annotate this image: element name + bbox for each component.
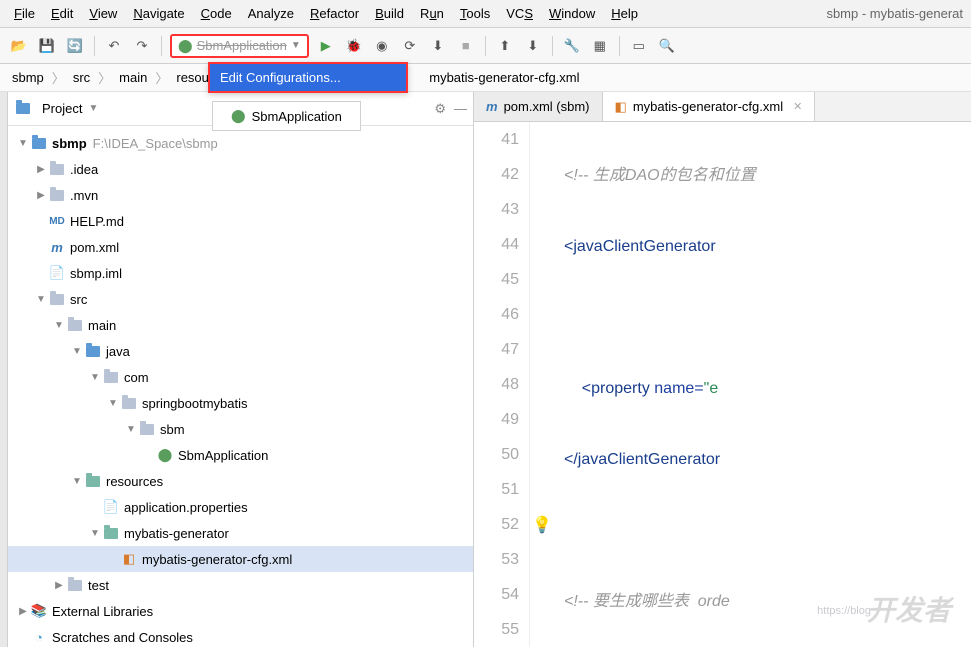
window-title: sbmp - mybatis-generat <box>826 6 963 21</box>
tree-resources[interactable]: ▼resources <box>8 468 473 494</box>
separator <box>161 36 162 56</box>
chevron-right-icon: 〉 <box>155 68 168 87</box>
breadcrumb: sbmp〉 src〉 main〉 resour mybatis-generato… <box>0 64 971 92</box>
open-icon[interactable]: 📂 <box>8 35 30 57</box>
tree-iml[interactable]: 📄sbmp.iml <box>8 260 473 286</box>
crumb-main[interactable]: main <box>115 68 151 87</box>
menu-window[interactable]: Window <box>543 4 601 23</box>
floating-run-tab[interactable]: ⬤ SbmApplication <box>212 101 361 131</box>
menu-analyze[interactable]: Analyze <box>242 4 300 23</box>
undo-icon[interactable]: ↶ <box>103 35 125 57</box>
tree-src[interactable]: ▼src <box>8 286 473 312</box>
project-tree[interactable]: ▼sbmpF:\IDEA_Space\sbmp ▶.idea ▶.mvn MDH… <box>8 126 473 647</box>
tab-pom[interactable]: mpom.xml (sbm) <box>474 92 603 121</box>
menu-navigate[interactable]: Navigate <box>127 4 190 23</box>
tree-root[interactable]: ▼sbmpF:\IDEA_Space\sbmp <box>8 130 473 156</box>
chevron-right-icon: 〉 <box>52 68 65 87</box>
menu-help[interactable]: Help <box>605 4 644 23</box>
tree-idea[interactable]: ▶.idea <box>8 156 473 182</box>
tree-main[interactable]: ▼main <box>8 312 473 338</box>
watermark-url: https://blog <box>817 605 871 617</box>
run-config-selector[interactable]: ⬤ SbmApplication ▼ <box>170 34 309 58</box>
tree-help[interactable]: MDHELP.md <box>8 208 473 234</box>
crumb-src[interactable]: src <box>69 68 94 87</box>
menu-view[interactable]: View <box>83 4 123 23</box>
attach-icon[interactable]: ⬇ <box>427 35 449 57</box>
chevron-down-icon[interactable]: ▼ <box>88 103 98 114</box>
project-title[interactable]: Project <box>42 101 82 116</box>
project-structure-icon[interactable]: ▦ <box>589 35 611 57</box>
tree-test[interactable]: ▶test <box>8 572 473 598</box>
chevron-down-icon: ▼ <box>291 40 301 51</box>
separator <box>619 36 620 56</box>
close-icon[interactable]: ✕ <box>793 100 802 113</box>
save-icon[interactable]: 💾 <box>36 35 58 57</box>
separator <box>552 36 553 56</box>
separator <box>485 36 486 56</box>
crumb-file[interactable]: mybatis-generator-cfg.xml <box>425 68 583 87</box>
toolbar: 📂 💾 🔄 ↶ ↷ ⬤ SbmApplication ▼ ▶ 🐞 ◉ ⟳ ⬇ ■… <box>0 28 971 64</box>
tree-mvn[interactable]: ▶.mvn <box>8 182 473 208</box>
git-commit-icon[interactable]: ⬇ <box>522 35 544 57</box>
project-tool-window: Project ▼ ⬤ SbmApplication ⚙ — ▼sbmpF:\I… <box>8 92 474 647</box>
floating-tab-label: SbmApplication <box>252 109 342 124</box>
tree-java[interactable]: ▼java <box>8 338 473 364</box>
menu-code[interactable]: Code <box>195 4 238 23</box>
tab-cfg[interactable]: ◧mybatis-generator-cfg.xml✕ <box>603 92 816 121</box>
menu-tools[interactable]: Tools <box>454 4 496 23</box>
tree-pom[interactable]: mpom.xml <box>8 234 473 260</box>
crumb-root[interactable]: sbmp <box>8 68 48 87</box>
redo-icon[interactable]: ↷ <box>131 35 153 57</box>
run-anything-icon[interactable]: ▭ <box>628 35 650 57</box>
separator <box>94 36 95 56</box>
coverage-icon[interactable]: ◉ <box>371 35 393 57</box>
run-config-label: SbmApplication <box>197 38 287 53</box>
run-config-dropdown: Edit Configurations... <box>208 62 408 93</box>
refresh-icon[interactable]: 🔄 <box>64 35 86 57</box>
search-everywhere-icon[interactable]: 🔍 <box>656 35 678 57</box>
tree-scratches[interactable]: ◔Scratches and Consoles <box>8 624 473 647</box>
menu-edit[interactable]: Edit <box>45 4 79 23</box>
menu-run[interactable]: Run <box>414 4 450 23</box>
tree-pkg[interactable]: ▼springbootmybatis <box>8 390 473 416</box>
hint-gutter: 💡 <box>530 122 554 647</box>
left-tool-strip[interactable] <box>0 92 8 647</box>
code-content[interactable]: <!-- 生成DAO的包名和位置 <javaClientGenerator <p… <box>554 122 971 647</box>
tree-sbm[interactable]: ▼sbm <box>8 416 473 442</box>
edit-configurations-item[interactable]: Edit Configurations... <box>210 64 406 91</box>
gear-icon[interactable]: ⚙ <box>434 101 446 117</box>
tree-external-libs[interactable]: ▶📚External Libraries <box>8 598 473 624</box>
run-icon[interactable]: ▶ <box>315 35 337 57</box>
menu-file[interactable]: File <box>8 4 41 23</box>
editor-area: mpom.xml (sbm) ◧mybatis-generator-cfg.xm… <box>474 92 971 647</box>
line-gutter: 414243444546474849505152535455 <box>474 122 530 647</box>
tree-app-class[interactable]: ⬤SbmApplication <box>8 442 473 468</box>
tree-appprops[interactable]: 📄application.properties <box>8 494 473 520</box>
project-icon <box>14 100 32 118</box>
debug-icon[interactable]: 🐞 <box>343 35 365 57</box>
main-area: Project ▼ ⬤ SbmApplication ⚙ — ▼sbmpF:\I… <box>0 92 971 647</box>
menu-bar: File Edit View Navigate Code Analyze Ref… <box>0 0 971 28</box>
bulb-icon[interactable]: 💡 <box>532 515 552 535</box>
tree-generator[interactable]: ▼mybatis-generator <box>8 520 473 546</box>
git-update-icon[interactable]: ⬆ <box>494 35 516 57</box>
project-header: Project ▼ ⬤ SbmApplication ⚙ — <box>8 92 473 126</box>
tree-cfg-file[interactable]: ◧mybatis-generator-cfg.xml <box>8 546 473 572</box>
menu-vcs[interactable]: VCS <box>500 4 539 23</box>
editor-tabs: mpom.xml (sbm) ◧mybatis-generator-cfg.xm… <box>474 92 971 122</box>
code-editor[interactable]: 414243444546474849505152535455 💡 <!-- 生成… <box>474 122 971 647</box>
menu-refactor[interactable]: Refactor <box>304 4 365 23</box>
collapse-icon[interactable]: — <box>454 101 467 117</box>
settings-icon[interactable]: 🔧 <box>561 35 583 57</box>
stop-icon[interactable]: ■ <box>455 35 477 57</box>
chevron-right-icon: 〉 <box>98 68 111 87</box>
menu-build[interactable]: Build <box>369 4 410 23</box>
tree-com[interactable]: ▼com <box>8 364 473 390</box>
profile-icon[interactable]: ⟳ <box>399 35 421 57</box>
